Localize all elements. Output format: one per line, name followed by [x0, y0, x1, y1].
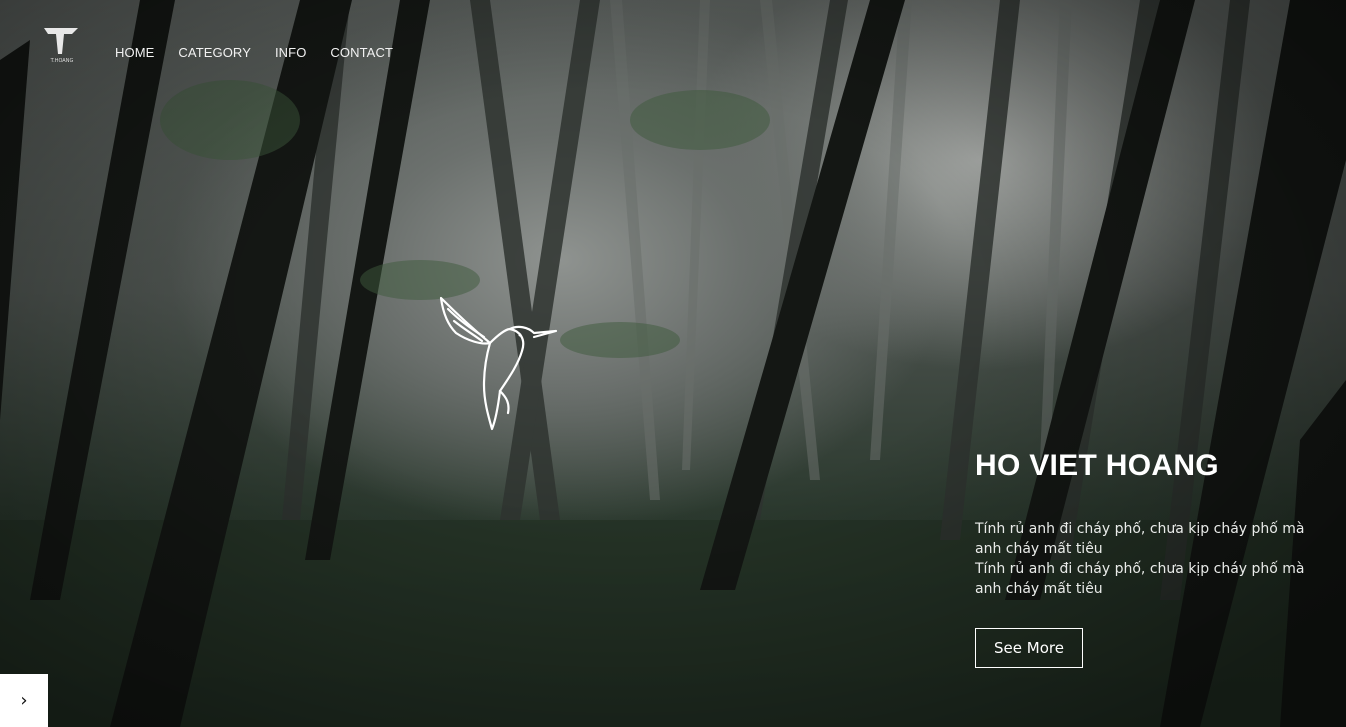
logo-t-icon: T.HOANG: [44, 28, 78, 64]
nav-info[interactable]: INFO: [275, 45, 306, 60]
next-slide-button[interactable]: ›: [0, 674, 48, 727]
nav-contact[interactable]: CONTACT: [330, 45, 393, 60]
chevron-right-icon: ›: [20, 690, 28, 711]
logo-caption: T.HOANG: [50, 58, 74, 64]
see-more-button[interactable]: See More: [975, 628, 1083, 668]
hero-background: [0, 0, 1346, 727]
hero-title: HO VIET HOANG: [975, 449, 1219, 482]
brand-logo[interactable]: T.HOANG: [42, 24, 82, 66]
nav-home[interactable]: HOME: [115, 45, 154, 60]
hummingbird-icon: [439, 296, 558, 431]
main-nav: HOME CATEGORY INFO CONTACT: [115, 45, 417, 60]
hero-paragraph: Tính rủ anh đi cháy phố, chưa kịp cháy p…: [975, 521, 1305, 557]
nav-category[interactable]: CATEGORY: [178, 45, 251, 60]
vignette-overlay: [0, 0, 1346, 727]
hero-paragraph: Tính rủ anh đi cháy phố, chưa kịp cháy p…: [975, 561, 1305, 597]
hero-description: Tính rủ anh đi cháy phố, chưa kịp cháy p…: [975, 519, 1305, 599]
